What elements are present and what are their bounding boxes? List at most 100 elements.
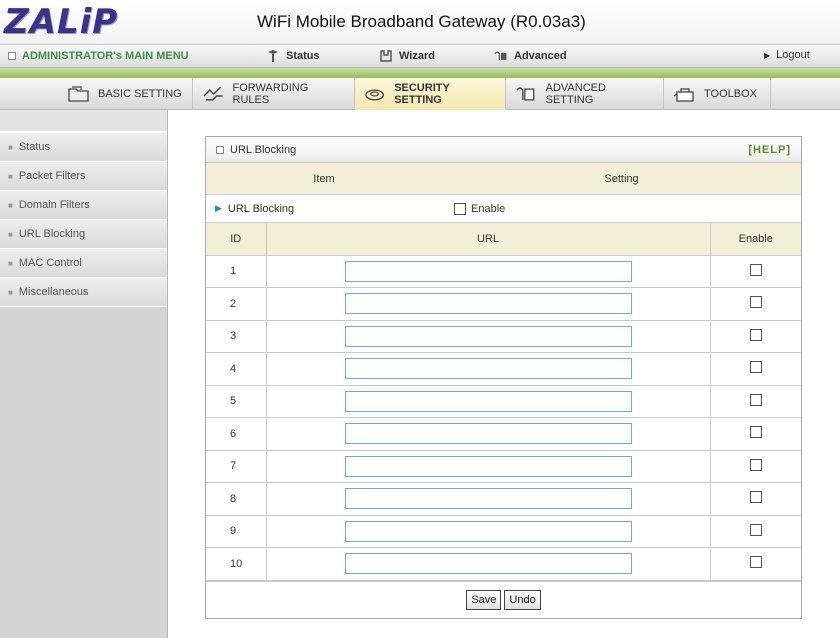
url-cell (265, 417, 711, 451)
url-input[interactable] (344, 553, 632, 575)
forwarding-icon (203, 86, 223, 101)
url-input[interactable] (344, 358, 632, 380)
item-column-header: Item (313, 172, 335, 185)
menu-box-icon (8, 52, 16, 60)
tab-advanced-setting[interactable]: ADVANCED SETTING (506, 78, 664, 110)
bullet-icon: ■ (8, 258, 13, 268)
url-cell (265, 352, 711, 386)
url-cell (265, 254, 711, 288)
tab-advanced-label: ADVANCED SETTING (545, 82, 606, 106)
arrow-right-icon: ▶ (764, 50, 771, 60)
url-input[interactable] (344, 293, 632, 315)
enable-cell (709, 287, 801, 321)
url-cell (265, 384, 711, 418)
product-title: WiFi Mobile Broadband Gateway (R0.03a3) (257, 12, 586, 31)
row-enable-checkbox[interactable] (749, 426, 762, 439)
table-row: 2 (206, 287, 801, 321)
url-blocking-enable-label: Enable (471, 202, 506, 215)
table-row: 3 (206, 319, 801, 353)
sidebar-item-url-blocking[interactable]: ■ URL Blocking (0, 220, 167, 249)
url-input[interactable] (344, 260, 632, 282)
row-enable-checkbox[interactable] (749, 523, 762, 536)
sidebar-spacer (0, 110, 167, 133)
save-button[interactable]: Save (466, 590, 502, 610)
row-enable-checkbox[interactable] (749, 361, 762, 374)
advanced-setting-icon (516, 87, 535, 101)
row-enable-checkbox[interactable] (749, 296, 762, 309)
sidebar-item-mac-control[interactable]: ■ MAC Control (0, 249, 167, 278)
tab-basic-label: BASIC SETTING (98, 88, 182, 100)
row-id: 8 (206, 482, 267, 516)
tab-forwarding-rules[interactable]: FORWARDING RULES (193, 78, 355, 110)
url-cell (265, 449, 711, 483)
url-blocking-row-text: URL Blocking (227, 202, 295, 215)
tab-basic-setting[interactable]: BASIC SETTING (58, 78, 193, 110)
url-table-header-row: ID URL Enable (206, 223, 801, 256)
tab-toolbox[interactable]: TOOLBOX (664, 78, 771, 110)
sidebar-item-status[interactable]: ■ Status (0, 133, 167, 162)
url-blocking-panel: URL Blocking [HELP] Item Setting ▶ URL B… (205, 136, 802, 619)
advanced-menu-item[interactable]: Advanced (494, 49, 567, 63)
tab-forwarding-label: FORWARDING RULES (232, 82, 309, 106)
item-setting-header: Item Setting (206, 163, 801, 195)
url-table: ID URL Enable 1 2 3 4 5 6 7 8 9 10 (206, 223, 801, 581)
row-enable-checkbox[interactable] (749, 263, 762, 276)
toolbox-icon (673, 88, 694, 102)
enable-cell (709, 352, 801, 386)
url-input[interactable] (344, 520, 632, 542)
url-blocking-row-label: ▶ URL Blocking (206, 203, 454, 215)
sidebar-item-domain-filters[interactable]: ■ Domain Filters (0, 191, 167, 220)
bullet-icon: ■ (8, 142, 13, 152)
url-cell (265, 287, 711, 321)
url-input[interactable] (344, 488, 632, 510)
row-enable-checkbox[interactable] (749, 458, 762, 471)
table-row: 9 (206, 514, 801, 548)
enable-cell (709, 254, 801, 288)
security-icon (365, 89, 385, 101)
row-id: 6 (206, 417, 267, 451)
row-id: 9 (206, 514, 267, 548)
url-input[interactable] (344, 423, 632, 445)
sidebar-item-label: Packet Filters (18, 170, 86, 182)
help-link[interactable]: [HELP] (748, 144, 791, 156)
table-row: 1 (206, 254, 801, 288)
wizard-menu-label: Wizard (399, 50, 435, 62)
sidebar-item-miscellaneous[interactable]: ■ Miscellaneous (0, 278, 167, 307)
row-enable-checkbox[interactable] (749, 491, 762, 504)
advanced-icon (494, 51, 507, 60)
tab-security-setting[interactable]: SECURITY SETTING (355, 78, 506, 110)
row-id: 1 (206, 254, 267, 288)
row-id: 4 (206, 352, 267, 386)
logout-link[interactable]: ▶ Logout (764, 49, 810, 61)
sidebar-item-packet-filters[interactable]: ■ Packet Filters (0, 162, 167, 191)
logout-label: Logout (776, 49, 810, 61)
action-buttons: Save Undo (206, 580, 801, 619)
row-enable-checkbox[interactable] (749, 556, 762, 569)
table-row: 5 (206, 384, 801, 418)
row-id: 10 (206, 547, 267, 581)
row-enable-checkbox[interactable] (749, 393, 762, 406)
sidebar-item-label: Status (18, 141, 51, 153)
menu-divider-strip (0, 68, 840, 78)
url-blocking-enable-checkbox[interactable] (454, 202, 466, 215)
enable-column-header: Enable (709, 223, 801, 256)
enable-cell (709, 319, 801, 353)
sidebar: ■ Status ■ Packet Filters ■ Domain Filte… (0, 110, 168, 638)
row-id: 7 (206, 449, 267, 483)
url-input[interactable] (344, 325, 632, 347)
admin-main-menu-text: ADMINISTRATOR's MAIN MENU (22, 50, 189, 62)
row-enable-checkbox[interactable] (749, 328, 762, 341)
sidebar-item-label: URL Blocking (18, 228, 86, 240)
enable-cell (709, 417, 801, 451)
tab-toolbox-label: TOOLBOX (704, 88, 757, 100)
folder-icon (68, 86, 89, 102)
url-input[interactable] (344, 455, 632, 477)
wizard-menu-item[interactable]: Wizard (379, 49, 435, 63)
undo-button[interactable]: Undo (504, 590, 541, 610)
bullet-icon: ■ (8, 287, 13, 297)
panel-header: URL Blocking [HELP] (206, 137, 801, 163)
status-menu-item[interactable]: Status (266, 49, 320, 63)
url-input[interactable] (344, 390, 632, 412)
enable-cell (709, 449, 801, 483)
url-cell (265, 547, 711, 581)
